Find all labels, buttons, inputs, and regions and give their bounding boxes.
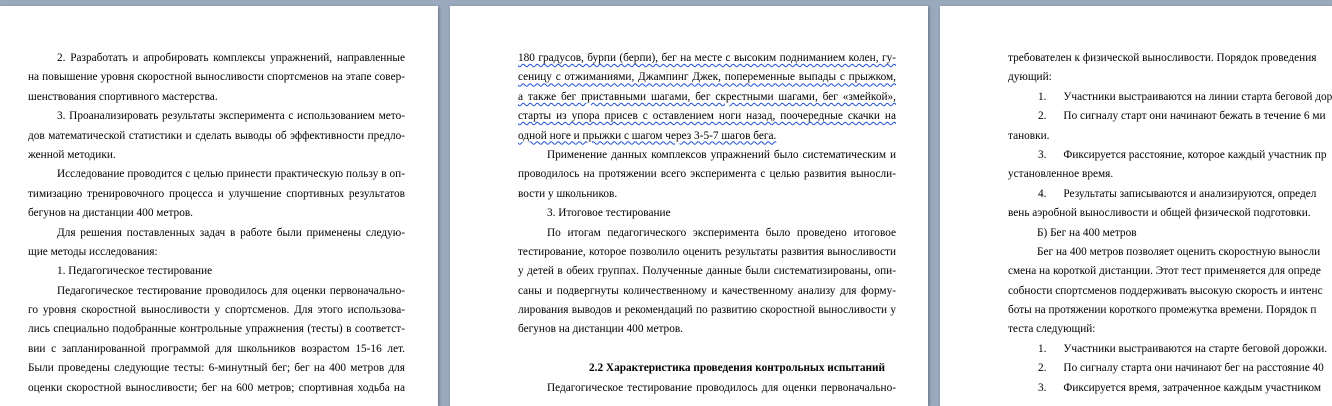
text-line: бегунов на дистанции 400 метров.	[28, 207, 193, 220]
text-line: установленное время.	[1008, 168, 1114, 181]
spellcheck-underlined-text: а также бег приставными шагами, бег скре…	[518, 90, 896, 103]
text-line: сеницу с отжиманиями, Джампинг Джек, поп…	[518, 68, 896, 87]
text-line: 4. Результаты записываются и анализируют…	[1038, 187, 1317, 200]
text-line: дов математической статистики и сделать …	[28, 129, 405, 142]
text-line: щие методы исследования:	[28, 245, 158, 258]
page-2-text: 180 градусов, бурпи (берпи), бег на мест…	[518, 49, 896, 398]
document-page-1[interactable]: 2. Разработать и апробировать комплексы …	[0, 6, 438, 406]
text-line: смена на короткой дистанции. Этот тест п…	[1008, 265, 1321, 278]
text-line: 2. По сигналу старта они начинают бег на…	[1038, 362, 1324, 375]
text-line: 3. Итоговое тестирование	[547, 207, 671, 220]
text-line: Для решения поставленных задач в работе …	[57, 226, 405, 239]
text-line: лирования выводов и рекомендаций по разв…	[518, 304, 896, 317]
text-line: старты из упора присев с оставлением ног…	[518, 107, 896, 126]
text-line: проводилось на протяжении всего эксперим…	[518, 168, 896, 181]
page-3-text: требователен к физической выносливости. …	[1008, 49, 1332, 398]
text-line: 2. Разработать и апробировать комплексы …	[57, 52, 405, 64]
text-line: 2. По сигналу старт они начинают бежать …	[1038, 110, 1326, 123]
page-1-text: 2. Разработать и апробировать комплексы …	[28, 49, 405, 398]
text-line: вости у школьников.	[518, 187, 618, 200]
text-line: Применение данных комплексов упражнений …	[547, 148, 896, 161]
spellcheck-underlined-text: старты из упора присев с оставлением ног…	[518, 110, 896, 123]
text-line: боты на протяжении короткого промежутка …	[1008, 304, 1317, 317]
spellcheck-underlined-text: сеницу с отжиманиями, Джампинг Джек, поп…	[518, 71, 896, 84]
text-line: на повышение уровня скоростной выносливо…	[28, 71, 405, 84]
text-line: вии с запланированной программой для шко…	[28, 342, 405, 355]
document-page-3[interactable]: требователен к физической выносливости. …	[940, 6, 1332, 406]
text-line	[518, 340, 896, 359]
text-line: 180 градусов, бурпи (берпи), бег на мест…	[518, 49, 896, 68]
text-line: шенствования спортивного мастерства.	[28, 90, 218, 103]
text-line: оценки скоростной выносливости; бег на 6…	[28, 381, 405, 394]
document-page-2[interactable]: 180 градусов, бурпи (берпи), бег на мест…	[450, 6, 928, 406]
text-line: Были проведены следующие тесты: 6-минутн…	[28, 362, 405, 375]
text-line: собности спортсменов поддерживать высоку…	[1008, 284, 1323, 297]
text-line: 1. Участники выстраиваются на линии стар…	[1038, 90, 1332, 103]
text-line: женной методики.	[28, 148, 116, 161]
text-line: у детей в обеих группах. Полученные данн…	[518, 265, 896, 278]
text-line: вень аэробной выносливости и общей физич…	[1008, 207, 1311, 220]
text-line: а также бег приставными шагами, бег скре…	[518, 88, 896, 107]
text-line: лись специально подобранные контрольные …	[28, 323, 405, 336]
text-line: 1. Педагогическое тестирование	[57, 265, 213, 278]
text-line: дующий:	[1008, 71, 1052, 84]
text-line: 1. Участники выстраиваются на старте бег…	[1038, 342, 1328, 355]
text-line: Бег на 400 метров позволяет оценить скор…	[1037, 245, 1321, 258]
text-line: 3. Фиксируется расстояние, которое кажды…	[1038, 148, 1327, 161]
spellcheck-underlined-text: одной ноге и прыжки с шагом через 3-5-7 …	[518, 129, 777, 142]
text-line: тановки.	[1008, 129, 1050, 142]
text-line: тестирование, которое позволило оценить …	[518, 245, 896, 258]
text-line: бегунов на дистанции 400 метров.	[518, 323, 683, 336]
text-line: 3. Проанализировать результаты экспериме…	[57, 110, 405, 123]
text-line: требователен к физической выносливости. …	[1008, 52, 1317, 64]
text-line: 2.2 Характеристика проведения контрольны…	[588, 362, 886, 375]
text-line: По итогам педагогического эксперимента б…	[547, 226, 896, 239]
text-line: одной ноге и прыжки с шагом через 3-5-7 …	[518, 127, 896, 146]
text-line: Б) Бег на 400 метров	[1037, 226, 1137, 239]
text-line: 3. Фиксируется время, затраченное каждым…	[1038, 381, 1321, 394]
spellcheck-underlined-text: 180 градусов, бурпи (берпи), бег на мест…	[518, 52, 896, 64]
text-line: саны и подвергнуты количественному и кач…	[518, 284, 896, 297]
text-line: Исследование проводится с целью принести…	[57, 168, 405, 181]
text-line: тимизацию тренировочного процесса и улуч…	[28, 187, 405, 200]
text-line: Педагогическое тестирование проводилось …	[57, 284, 405, 297]
text-line: го уровня скоростной выносливости у спор…	[28, 304, 405, 317]
text-line: Педагогическое тестирование проводилось …	[547, 381, 896, 394]
text-line: теста следующий:	[1008, 323, 1096, 336]
